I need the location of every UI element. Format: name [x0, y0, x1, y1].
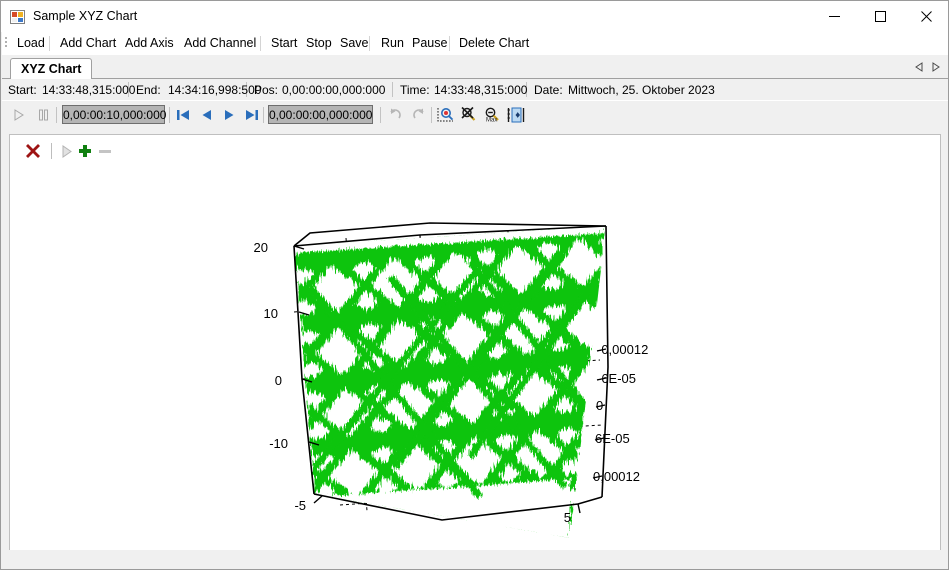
app-icon: [10, 9, 26, 25]
maximize-button[interactable]: [857, 1, 903, 31]
menu-item-delete-chart[interactable]: Delete Chart: [454, 34, 534, 53]
pos-value: 0,00:00:00,000:000: [282, 83, 386, 97]
y-tick-label: 10: [264, 306, 278, 321]
tab-strip: XYZ Chart: [2, 55, 948, 80]
play-icon[interactable]: [7, 104, 29, 126]
zoom-reset-icon[interactable]: [435, 104, 457, 126]
chart-toolbar: [10, 135, 940, 167]
toolbar-separator: [56, 107, 57, 123]
pos-label: Pos:: [254, 83, 279, 97]
start-value: 14:33:48,315:000: [42, 83, 136, 97]
zoom-max-label: Max: [486, 118, 497, 124]
info-separator: [392, 82, 393, 97]
menu-item-stop[interactable]: Stop: [301, 34, 337, 53]
gray-minus-remove-icon[interactable]: [94, 140, 116, 162]
xyz-plot[interactable]: 20 10 0 -10 -5 5 -0,00012 -6E-05 0 6E-05…: [10, 167, 940, 551]
menu-item-add-channel[interactable]: Add Channel: [179, 34, 261, 53]
application-window: Sample XYZ Chart Load Add Chart Add Axis…: [0, 0, 949, 570]
date-value: Mittwoch, 25. Oktober 2023: [568, 83, 715, 97]
chart-panel: 20 10 0 -10 -5 5 -0,00012 -6E-05 0 6E-05…: [9, 134, 941, 552]
skip-to-end-icon[interactable]: [241, 104, 263, 126]
y-tick-label: 0: [275, 373, 282, 388]
undo-icon[interactable]: [384, 104, 406, 126]
plot-svg: 20 10 0 -10 -5 5 -0,00012 -6E-05 0 6E-05…: [254, 222, 648, 538]
menu-item-start[interactable]: Start: [266, 34, 302, 53]
time-value: 14:33:48,315:000: [434, 83, 528, 97]
end-value: 14:34:16,998:500: [168, 83, 262, 97]
window-title: Sample XYZ Chart: [33, 9, 138, 23]
tab-scroll-right-icon[interactable]: [929, 60, 942, 74]
menu-bar: Load Add Chart Add Axis Add Channel Star…: [2, 32, 948, 55]
menu-item-save[interactable]: Save: [335, 34, 374, 53]
clear-zoom-icon[interactable]: [458, 104, 480, 126]
pause-icon[interactable]: [32, 104, 54, 126]
z-tick-label: 0,00012: [593, 469, 640, 484]
green-plus-add-icon[interactable]: [74, 140, 96, 162]
toolbar-separator: [263, 107, 264, 123]
y-tick-label: 20: [254, 240, 268, 255]
zoom-max-icon[interactable]: Max: [481, 104, 503, 126]
z-tick-label: 6E-05: [595, 431, 630, 446]
end-label: End:: [136, 83, 161, 97]
toolbar-separator: [169, 107, 170, 123]
z-tick-label: -6E-05: [597, 371, 636, 386]
time-label: Time:: [400, 83, 430, 97]
menu-item-add-chart[interactable]: Add Chart: [55, 34, 121, 53]
menu-item-add-axis[interactable]: Add Axis: [120, 34, 179, 53]
fit-width-icon[interactable]: [505, 104, 527, 126]
x-tick-label: 5: [564, 510, 571, 525]
info-bar: Start: 14:33:48,315:000 End: 14:34:16,99…: [2, 79, 948, 101]
toolbar-separator: [380, 107, 381, 123]
title-bar: Sample XYZ Chart: [1, 1, 948, 32]
menu-grip-handle[interactable]: [5, 37, 8, 50]
y-tick-label: -10: [269, 436, 288, 451]
duration-field[interactable]: 0,00:00:10,000:000: [62, 105, 166, 124]
toolbar-separator: [431, 107, 432, 123]
playback-toolbar: 0,00:00:10,000:000 0,00:00:00,000:000 Ma…: [2, 101, 948, 129]
minimize-button[interactable]: [811, 1, 857, 31]
red-x-delete-icon[interactable]: [22, 140, 44, 162]
step-forward-icon[interactable]: [218, 104, 240, 126]
chart-toolbar-separator: [51, 143, 52, 159]
status-bar: [2, 550, 948, 568]
date-label: Date:: [534, 83, 563, 97]
tab-xyz-chart[interactable]: XYZ Chart: [10, 58, 93, 80]
series-channel-1: [294, 226, 606, 538]
step-back-icon[interactable]: [196, 104, 218, 126]
position-field[interactable]: 0,00:00:00,000:000: [268, 105, 373, 124]
z-tick-label: -0,00012: [597, 342, 648, 357]
start-label: Start:: [8, 83, 37, 97]
skip-to-start-icon[interactable]: [172, 104, 194, 126]
menu-item-load[interactable]: Load: [12, 34, 50, 53]
menu-item-run[interactable]: Run: [376, 34, 409, 53]
menu-item-pause[interactable]: Pause: [407, 34, 452, 53]
redo-icon[interactable]: [408, 104, 430, 126]
tab-scroll-left-icon[interactable]: [913, 60, 926, 74]
close-button[interactable]: [903, 1, 948, 31]
z-tick-label: 0: [596, 398, 603, 413]
x-tick-label: -5: [294, 498, 306, 513]
